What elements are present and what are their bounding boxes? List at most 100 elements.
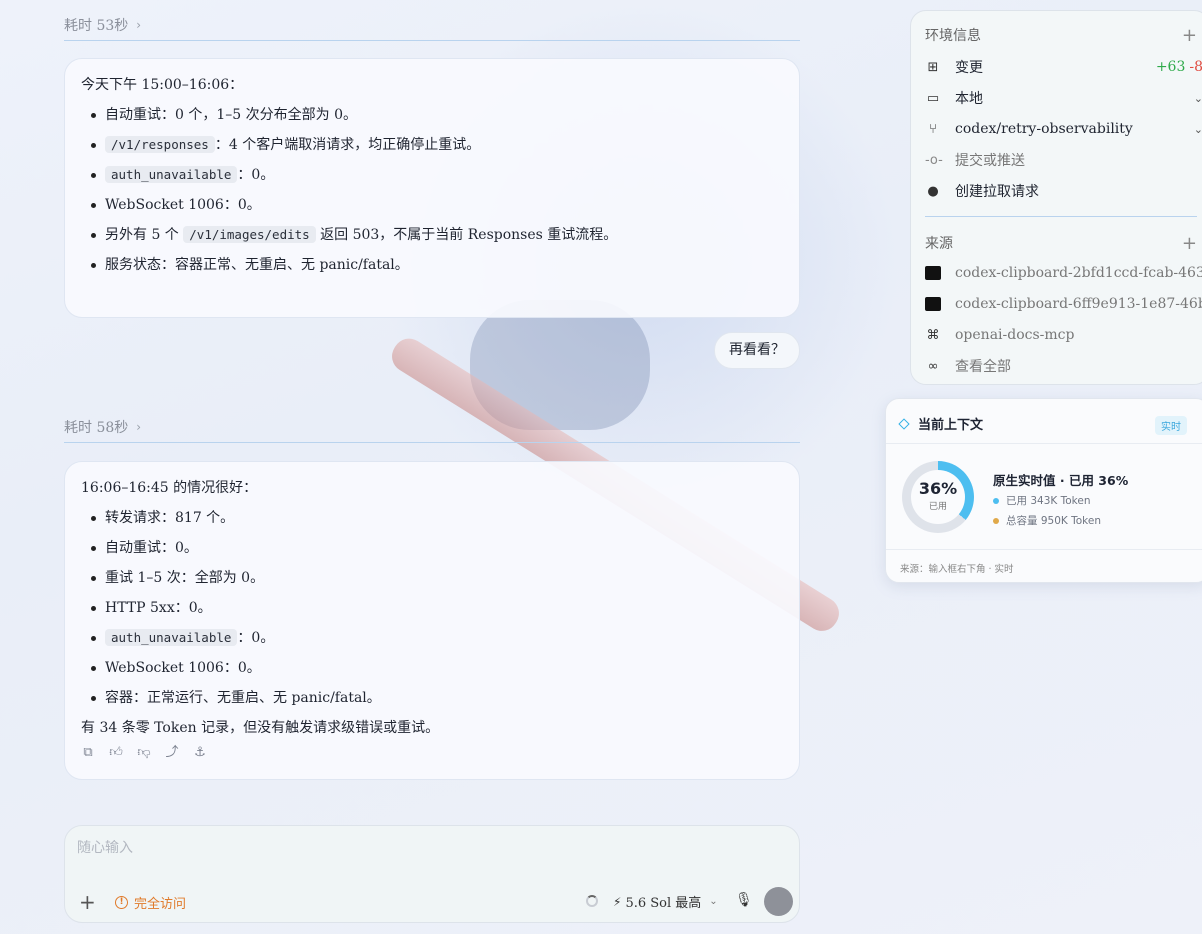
list-item: WebSocket 1006：0。 [81,658,783,678]
source-item[interactable]: codex-clipboard-2bfd1ccd-fcab-463f-9c [925,262,1202,284]
usage-percent: 36% [918,479,958,498]
live-badge: 实时 [1155,416,1187,435]
location-row[interactable]: ▭ 本地 ⌄ [925,87,1202,109]
anchor-icon[interactable]: ⚓︎ [193,745,207,760]
changes-row[interactable]: ⊞ 变更 +63 -8 [925,56,1202,78]
git-branch-icon: ⑂ [929,121,937,137]
chevron-right-icon: › [136,18,142,32]
list-item: 自动重试：0 个，1–5 次分布全部为 0。 [81,105,783,125]
message-input[interactable] [77,840,777,856]
github-icon: ● [927,183,939,199]
list-item: 另外有 5 个 /v1/images/edits 返回 503，不属于当前 Re… [81,225,783,245]
model-selector[interactable]: ⚡︎ 5.6 Sol 最高 ⌄ [613,892,718,912]
inline-code: /v1/responses [105,136,215,153]
warning-icon: ! [115,896,128,909]
assistant-message: 16:06–16:45 的情况很好： 转发请求：817 个。自动重试：0。重试 … [64,461,800,780]
list-item-text: 重试 1–5 次：全部为 0。 [105,570,265,586]
divider [64,442,800,443]
location-label: 本地 [955,91,983,107]
access-label: 完全访问 [134,897,187,912]
used-dot-icon [993,497,999,504]
message-lead: 16:06–16:45 的情况很好： [81,480,258,496]
used-tokens: 已用 343K Token [1006,495,1091,507]
chevron-down-icon: ⌄ [709,896,718,907]
source-item[interactable]: ⌘ openai-docs-mcp [925,324,1202,346]
divider [886,549,1202,550]
send-button[interactable] [764,887,793,916]
additions-count: +63 [1155,59,1186,75]
branch-row[interactable]: ⑂ codex/retry-observability ⌄ [925,118,1202,140]
list-item: HTTP 5xx：0。 [81,598,783,618]
copy-icon[interactable]: ⧉ [81,745,95,760]
list-item-text: 自动重试：0。 [105,540,198,556]
pull-request-row[interactable]: ● 创建拉取请求 [925,180,1202,202]
chevron-down-icon: ⌄ [1193,91,1202,105]
mcp-icon: ⌘ [926,327,940,343]
add-attachment-button[interactable]: + [79,890,96,914]
sources-header: 来源 + [925,233,1197,254]
divider [886,443,1202,444]
model-label: 5.6 Sol 最高 [625,896,702,911]
access-mode-button[interactable]: ! 完全访问 [115,893,186,912]
list-item: /v1/responses ：4 个客户端取消请求，均正确停止重试。 [81,135,783,155]
list-item-text: 容器：正常运行、无重启、无 panic/fatal。 [105,690,381,706]
list-item-text: HTTP 5xx：0。 [105,600,212,616]
legend-used: 已用 343K Token [993,493,1090,508]
chevron-right-icon: › [136,420,142,434]
list-item-text: 返回 503，不属于当前 Responses 重试流程。 [315,227,618,243]
capacity-dot-icon [993,517,999,524]
pr-label: 创建拉取请求 [955,184,1039,200]
list-item: 容器：正常运行、无重启、无 panic/fatal。 [81,688,783,708]
composer: + ! 完全访问 ⚡︎ 5.6 Sol 最高 ⌄ 🎙︎ [64,825,800,923]
context-title: 当前上下文 [918,418,984,433]
elapsed-toggle[interactable]: 耗时 53秒 › [64,15,141,35]
divider [925,216,1197,217]
list-item: 转发请求：817 个。 [81,508,783,528]
elapsed-label: 耗时 53秒 [64,18,129,34]
bullet-list: 自动重试：0 个，1–5 次分布全部为 0。 /v1/responses ：4 个客… [81,105,783,275]
add-source-button[interactable]: + [1182,233,1197,254]
list-item-text: ：0。 [237,630,275,646]
message-lead: 今天下午 15:00–16:06： [81,77,244,93]
list-item: 重试 1–5 次：全部为 0。 [81,568,783,588]
commit-label: 提交或推送 [955,153,1025,169]
link-icon: ∞ [927,358,939,374]
source-label: codex-clipboard-2bfd1ccd-fcab-463f-9c [955,265,1202,281]
list-item-text: ：0。 [237,167,275,183]
diff-stats: +63 -8 [1156,59,1202,75]
source-item[interactable]: codex-clipboard-6ff9e913-1e87-46b4-a [925,293,1202,315]
add-env-button[interactable]: + [1182,25,1197,46]
sources-title: 来源 [925,236,953,252]
list-item: auth_unavailable ：0。 [81,628,783,648]
commit-row[interactable]: -o- 提交或推送 [925,149,1202,171]
environment-panel: 环境信息 + ⊞ 变更 +63 -8 ▭ 本地 ⌄ ⑂ codex/retry-o… [910,10,1202,385]
list-item: auth_unavailable ：0。 [81,165,783,185]
elapsed-label: 耗时 58秒 [64,420,129,436]
bolt-icon: ⚡︎ [613,894,622,909]
usage-headline: 原生实时值 · 已用 36% [993,473,1129,488]
diamond-icon [898,417,910,430]
user-message: 再看看？ [714,332,800,369]
thumbs-down-icon[interactable]: 👎︎ [137,745,151,760]
source-label: openai-docs-mcp [955,327,1075,343]
list-item-text: 自动重试：0 个，1–5 次分布全部为 0。 [105,107,357,123]
inline-code: auth_unavailable [105,629,238,646]
list-item: WebSocket 1006：0。 [81,195,783,215]
list-item-text: ：4 个客户端取消请求，均正确停止重试。 [214,137,481,153]
message-actions: ⧉ 👍︎ 👎︎ ⤴ ⚓︎ [81,745,783,760]
thumbs-up-icon[interactable]: 👍︎ [109,745,123,760]
source-label: codex-clipboard-6ff9e913-1e87-46b4-a [955,296,1202,312]
share-icon[interactable]: ⤴ [165,745,179,760]
view-all-row[interactable]: ∞ 查看全部 [925,355,1202,377]
list-item: 服务状态：容器正常、无重启、无 panic/fatal。 [81,255,783,275]
microphone-icon[interactable]: 🎙︎ [735,892,753,908]
list-item-text: 另外有 5 个 [105,227,184,243]
elapsed-toggle[interactable]: 耗时 58秒 › [64,417,141,437]
legend-capacity: 总容量 950K Token [993,513,1101,528]
divider [64,40,800,41]
message-tail: 有 34 条零 Token 记录，但没有触发请求级错误或重试。 [81,720,440,736]
assistant-message: 今天下午 15:00–16:06： 自动重试：0 个，1–5 次分布全部为 0。… [64,58,800,318]
section-title: 环境信息 [925,28,981,44]
clipboard-thumbnail-icon [925,297,941,311]
diff-icon: ⊞ [927,59,939,75]
